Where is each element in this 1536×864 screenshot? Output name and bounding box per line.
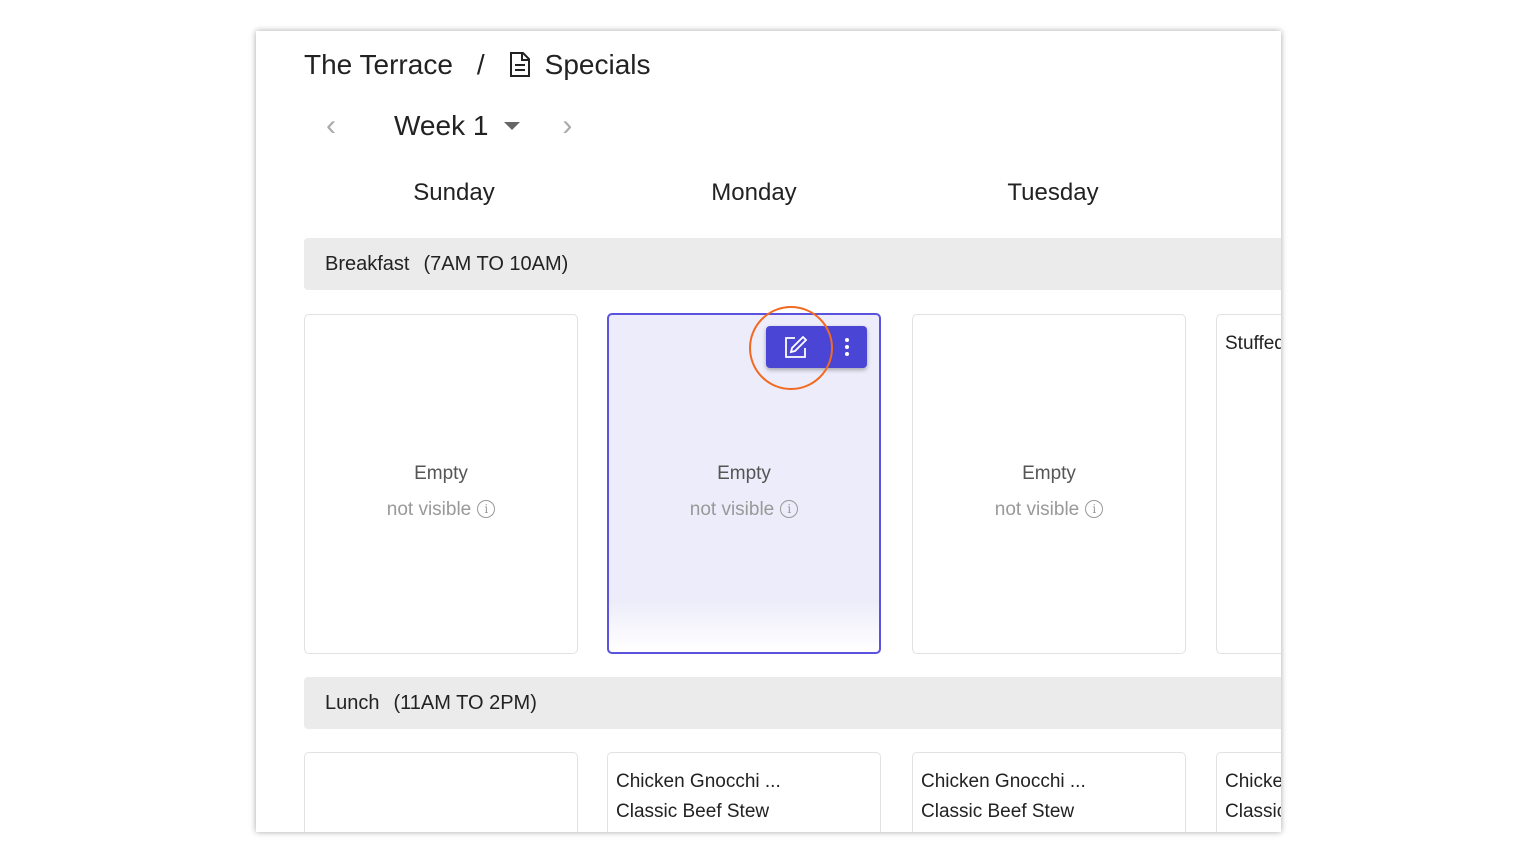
week-label: Week 1 bbox=[394, 110, 489, 141]
meal-card[interactable]: Empty not visible i bbox=[304, 314, 578, 654]
breadcrumb-current: Specials bbox=[544, 49, 651, 80]
week-selector[interactable]: Week 1 bbox=[394, 110, 521, 142]
section-name: Lunch bbox=[325, 692, 380, 714]
status-text: not visible bbox=[994, 499, 1080, 520]
breadcrumb: The Terrace / Specials bbox=[304, 49, 651, 81]
breadcrumb-parent[interactable]: The Terrace bbox=[304, 49, 453, 81]
visibility-status: not visible i bbox=[913, 499, 1185, 521]
caret-down-icon bbox=[504, 122, 521, 130]
status-text: not visible bbox=[689, 499, 775, 520]
document-icon bbox=[509, 52, 530, 77]
card-title: Empty bbox=[1022, 463, 1076, 484]
day-header-tuesday: Tuesday bbox=[1007, 179, 1099, 206]
info-icon[interactable]: i bbox=[1085, 500, 1104, 518]
menu-item: Classic Beef Stew bbox=[616, 801, 770, 822]
chevron-left-icon[interactable]: ‹ bbox=[326, 109, 336, 143]
menu-item: Classic Beef Stew bbox=[1225, 801, 1281, 822]
section-hours: (7AM TO 10AM) bbox=[423, 253, 569, 275]
meal-card-selected[interactable]: Empty not visible i bbox=[607, 313, 881, 654]
breadcrumb-separator: / bbox=[476, 49, 485, 80]
section-name: Breakfast bbox=[325, 253, 410, 275]
visibility-status: not visible i bbox=[609, 499, 879, 521]
section-hours: (11AM TO 2PM) bbox=[393, 692, 537, 714]
section-header-lunch: Lunch (11AM TO 2PM) bbox=[304, 677, 1281, 729]
menu-item: Classic Beef Stew bbox=[921, 801, 1075, 822]
day-header-monday: Monday bbox=[711, 179, 797, 206]
status-text: not visible bbox=[386, 499, 472, 520]
highlight-ring bbox=[749, 306, 833, 390]
meal-card[interactable]: Chicken Gnocchi ... Classic Beef Stew bbox=[912, 752, 1186, 832]
day-header-sunday: Sunday bbox=[413, 179, 495, 206]
meal-card[interactable]: Stuffed bbox=[1216, 314, 1281, 654]
meal-card[interactable]: Chicken Gnocchi ... Classic Beef Stew bbox=[1216, 752, 1281, 832]
app-window: The Terrace / Specials ‹ Week 1 › Sunday… bbox=[256, 31, 1281, 832]
card-title: Empty bbox=[414, 463, 468, 484]
week-navigation: ‹ Week 1 › bbox=[326, 109, 572, 143]
menu-item: Stuffed bbox=[1225, 333, 1281, 354]
meal-card[interactable]: Empty not visible i bbox=[912, 314, 1186, 654]
info-icon[interactable]: i bbox=[477, 500, 496, 518]
meal-card[interactable] bbox=[304, 752, 578, 832]
menu-item: Chicken Gnocchi ... bbox=[1225, 771, 1281, 792]
menu-item: Chicken Gnocchi ... bbox=[921, 771, 1086, 792]
card-title: Empty bbox=[717, 463, 771, 484]
meal-card[interactable]: Chicken Gnocchi ... Classic Beef Stew bbox=[607, 752, 881, 832]
info-icon[interactable]: i bbox=[780, 500, 799, 518]
visibility-status: not visible i bbox=[305, 499, 577, 521]
menu-item: Chicken Gnocchi ... bbox=[616, 771, 781, 792]
section-header-breakfast: Breakfast (7AM TO 10AM) bbox=[304, 238, 1281, 290]
chevron-right-icon[interactable]: › bbox=[562, 109, 572, 143]
